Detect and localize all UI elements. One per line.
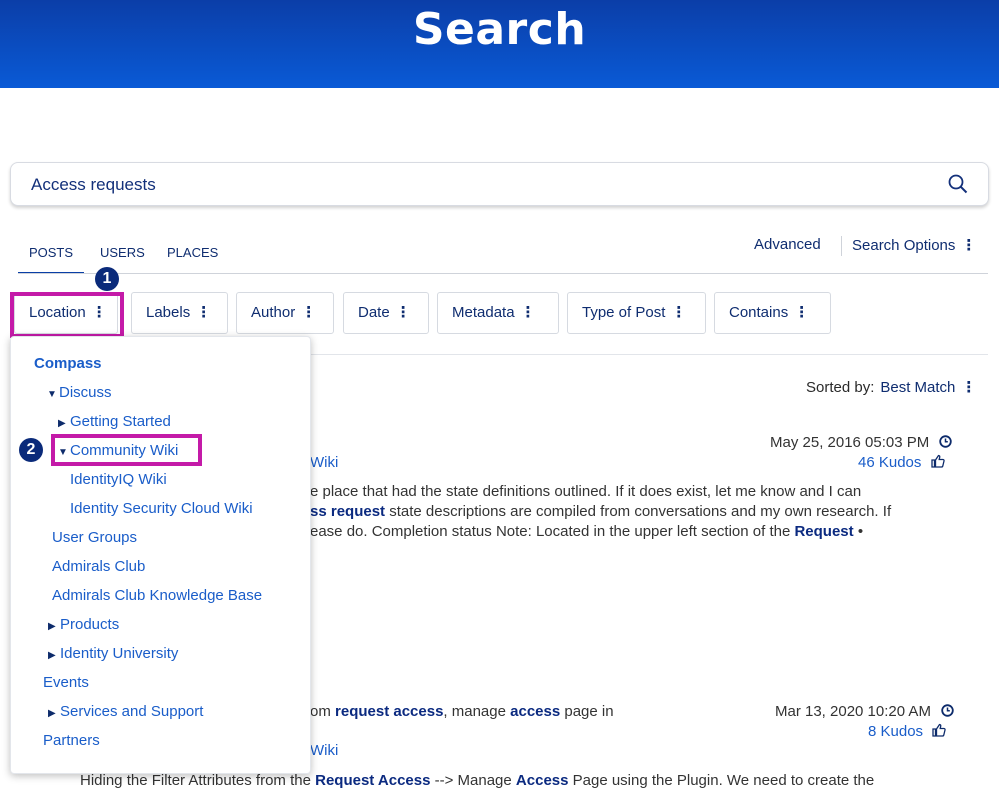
filter-label: Contains — [729, 304, 789, 321]
filter-date-button[interactable]: Date ⋮ — [343, 292, 429, 334]
kebab-icon: ⋮ — [520, 304, 536, 321]
tree-item-label: Getting Started — [70, 413, 171, 430]
filter-label: Date — [358, 304, 390, 321]
result-date-text: May 25, 2016 05:03 PM — [770, 434, 930, 451]
search-input[interactable] — [29, 172, 913, 198]
filter-type-of-post-button[interactable]: Type of Post ⋮ — [567, 292, 706, 334]
filter-labels-button[interactable]: Labels ⋮ — [131, 292, 228, 334]
highlight-term: access — [510, 703, 561, 720]
caret-right-icon: ▶ — [58, 418, 66, 429]
tab-posts[interactable]: POSTS — [18, 236, 84, 274]
tree-item-identity-university[interactable]: ▶ Identity University — [48, 645, 178, 662]
filter-contains-button[interactable]: Contains ⋮ — [714, 292, 831, 334]
tab-places[interactable]: PLACES — [167, 236, 218, 272]
sort-label: Sorted by: — [806, 379, 875, 396]
tree-item-compass[interactable]: Compass — [34, 355, 102, 372]
tree-item-identity-security-cloud-wiki[interactable]: Identity Security Cloud Wiki — [70, 500, 253, 517]
result-date: Mar 13, 2020 10:20 AM — [775, 703, 954, 720]
clock-icon — [941, 704, 954, 717]
snippet-text: state descriptions are compiled from con… — [385, 503, 892, 520]
tabs-divider — [18, 273, 988, 274]
callout-badge-2: 2 — [19, 438, 43, 462]
thumbs-up-icon — [932, 723, 946, 737]
kebab-icon: ⋮ — [395, 304, 411, 321]
tree-item-label: Products — [60, 616, 120, 633]
results-divider — [310, 354, 988, 355]
result-title[interactable]: om request access, manage access page in — [310, 702, 614, 722]
page-banner: Search — [0, 0, 999, 88]
title-text: page in — [560, 703, 614, 720]
snippet-text: • — [853, 523, 864, 540]
filter-author-button[interactable]: Author ⋮ — [236, 292, 334, 334]
kudos-count: 8 Kudos — [868, 723, 924, 740]
result-snippet-line: Hiding the Filter Attributes from the Re… — [80, 771, 874, 791]
caret-right-icon: ▶ — [48, 650, 56, 661]
community-wiki-highlight-box — [51, 434, 202, 466]
filter-label: Author — [251, 304, 296, 321]
caret-right-icon: ▶ — [48, 708, 56, 719]
title-text: om — [310, 703, 336, 720]
filter-label: Metadata — [452, 304, 515, 321]
snippet-text: ease do. Completion status Note: Located… — [310, 523, 795, 540]
tree-item-user-groups[interactable]: User Groups — [52, 529, 137, 546]
result-location-fragment[interactable]: Wiki — [310, 742, 338, 759]
kebab-icon: ⋮ — [301, 304, 317, 321]
filter-metadata-button[interactable]: Metadata ⋮ — [437, 292, 559, 334]
filter-label: Labels — [146, 304, 191, 321]
clock-icon — [939, 435, 953, 448]
kudos-count: 46 Kudos — [858, 454, 922, 471]
search-box[interactable] — [10, 162, 989, 206]
search-icon[interactable] — [948, 174, 968, 199]
highlight-term: Request Access — [315, 772, 431, 789]
kebab-icon: ⋮ — [196, 304, 212, 321]
tree-item-label: Identity University — [60, 645, 179, 662]
location-dropdown: Compass ▼ Discuss ▶ Getting Started ▼ Commu… — [10, 336, 311, 774]
search-options-button[interactable]: Search Options ⋮ — [852, 236, 976, 254]
highlight-term: ss request — [310, 503, 386, 520]
tree-item-admirals-club-kb[interactable]: Admirals Club Knowledge Base — [52, 587, 262, 604]
tree-item-getting-started[interactable]: ▶ Getting Started — [58, 413, 171, 430]
result-kudos[interactable]: 8 Kudos — [868, 723, 946, 740]
tree-item-products[interactable]: ▶ Products — [48, 616, 119, 633]
tree-item-partners[interactable]: Partners — [43, 732, 100, 749]
result-kudos[interactable]: 46 Kudos — [858, 454, 945, 471]
result-snippet-line: ease do. Completion status Note: Located… — [310, 522, 863, 542]
snippet-text: --> Manage — [430, 772, 516, 789]
result-date-text: Mar 13, 2020 10:20 AM — [775, 703, 931, 720]
tree-item-services-and-support[interactable]: ▶ Services and Support — [48, 703, 203, 720]
tree-item-admirals-club[interactable]: Admirals Club — [52, 558, 145, 575]
highlight-term: request access — [335, 703, 444, 720]
thumbs-up-icon — [930, 454, 945, 468]
title-text: , manage — [443, 703, 511, 720]
kebab-icon: ⋮ — [671, 304, 687, 321]
highlight-term: Access — [515, 772, 569, 789]
sort-value: Best Match — [880, 379, 956, 396]
advanced-link[interactable]: Advanced — [754, 236, 821, 253]
search-options-label: Search Options — [852, 237, 956, 254]
snippet-text: Hiding the Filter Attributes from the — [80, 772, 316, 789]
kebab-icon: ⋮ — [794, 304, 810, 321]
kebab-icon: ⋮ — [961, 237, 977, 254]
tree-item-events[interactable]: Events — [43, 674, 89, 691]
result-snippet-line: e place that had the state definitions o… — [310, 483, 862, 500]
tree-item-label: Services and Support — [60, 703, 204, 720]
snippet-text: Page using the Plugin. We need to create… — [568, 772, 875, 789]
result-snippet-line: ss request state descriptions are compil… — [310, 502, 891, 522]
result-date: May 25, 2016 05:03 PM — [770, 434, 953, 451]
kebab-icon: ⋮ — [961, 379, 977, 396]
caret-right-icon: ▶ — [48, 621, 56, 632]
toolbar-divider — [841, 236, 842, 256]
location-highlight-box — [10, 292, 124, 338]
callout-badge-1: 1 — [95, 267, 119, 291]
tree-item-discuss[interactable]: ▼ Discuss — [47, 384, 112, 401]
sort-control[interactable]: Sorted by: Best Match ⋮ — [806, 378, 976, 396]
page-title: Search — [412, 4, 587, 55]
caret-down-icon: ▼ — [47, 389, 57, 400]
filter-label: Type of Post — [582, 304, 666, 321]
result-location-fragment[interactable]: Wiki — [310, 454, 338, 471]
tree-item-label: Discuss — [59, 384, 112, 401]
tree-item-identityiq-wiki[interactable]: IdentityIQ Wiki — [70, 471, 167, 488]
highlight-term: Request — [794, 523, 854, 540]
